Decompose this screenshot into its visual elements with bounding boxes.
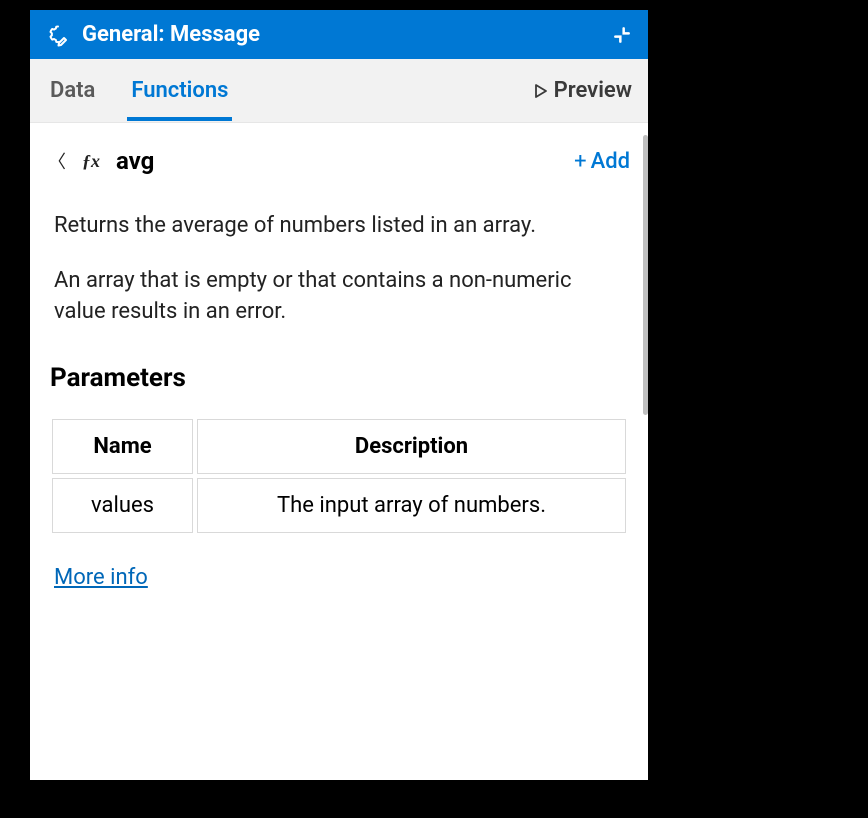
preview-label: Preview <box>554 78 632 103</box>
col-name: Name <box>52 419 193 474</box>
collapse-icon[interactable] <box>612 25 632 45</box>
param-description: The input array of numbers. <box>197 478 626 533</box>
content-area: 〈 ƒx avg + Add Returns the average of nu… <box>30 123 648 780</box>
function-name: avg <box>116 147 558 175</box>
back-chevron-icon[interactable]: 〈 <box>48 148 66 174</box>
parameters-heading: Parameters <box>48 363 630 393</box>
titlebar: General: Message <box>30 10 648 59</box>
table-row: values The input array of numbers. <box>52 478 626 533</box>
scrollbar-thumb[interactable] <box>643 135 648 415</box>
panel: General: Message Data Functions Preview … <box>30 10 648 780</box>
more-info-link[interactable]: More info <box>54 565 148 590</box>
preview-button[interactable]: Preview <box>534 78 632 103</box>
tabbar: Data Functions Preview <box>30 59 648 123</box>
description-paragraph: An array that is empty or that contains … <box>54 266 624 328</box>
add-button[interactable]: + Add <box>574 149 630 174</box>
table-header-row: Name Description <box>52 419 626 474</box>
fx-icon: ƒx <box>82 151 100 172</box>
param-name: values <box>52 478 193 533</box>
function-description: Returns the average of numbers listed in… <box>48 211 630 327</box>
play-icon <box>534 84 548 98</box>
col-description: Description <box>197 419 626 474</box>
description-paragraph: Returns the average of numbers listed in… <box>54 211 624 242</box>
plus-icon: + <box>574 149 586 174</box>
add-label: Add <box>591 149 630 174</box>
panel-title: General: Message <box>82 22 600 47</box>
parameters-table: Name Description values The input array … <box>48 415 630 537</box>
tab-functions[interactable]: Functions <box>127 60 232 121</box>
settings-edit-icon <box>46 23 70 47</box>
function-header: 〈 ƒx avg + Add <box>48 147 630 175</box>
tab-data[interactable]: Data <box>46 60 99 121</box>
